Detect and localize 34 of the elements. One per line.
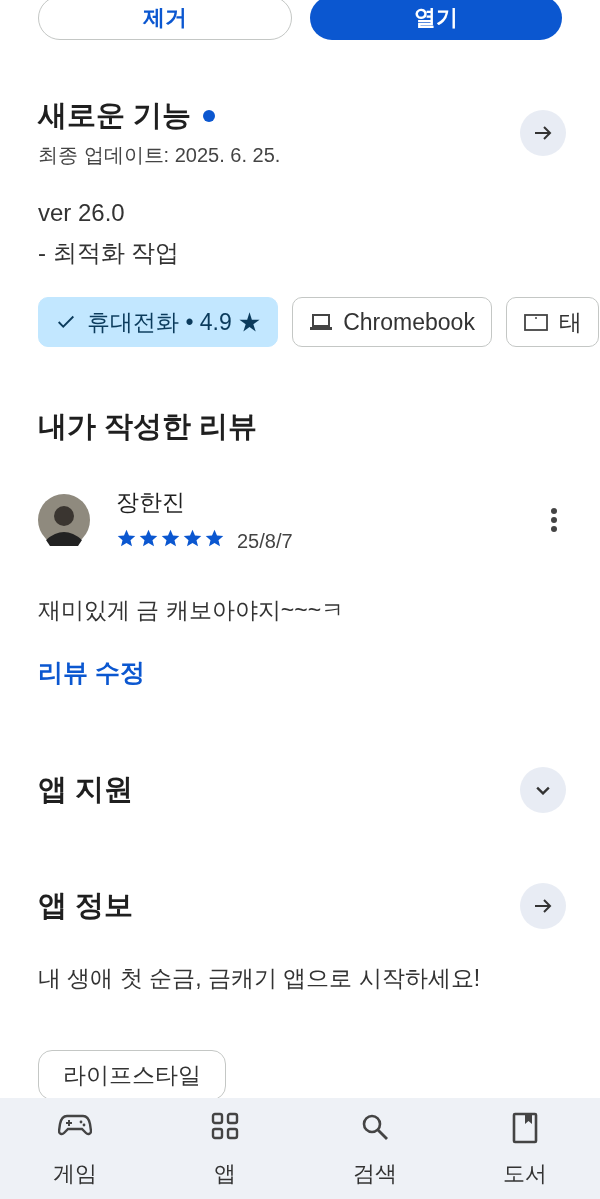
- action-button[interactable]: 열기: [310, 0, 562, 40]
- chevron-down-icon: [536, 785, 550, 795]
- device-chip[interactable]: 태: [505, 297, 599, 347]
- nav-item[interactable]: 도서: [475, 1098, 575, 1199]
- arrow-button[interactable]: [520, 109, 566, 156]
- device-chip[interactable]: Chromebook: [292, 297, 492, 347]
- nav-item[interactable]: 게임: [25, 1098, 125, 1199]
- category-tag[interactable]: 라이프스타일: [38, 1050, 226, 1100]
- action-button[interactable]: 제거: [38, 0, 292, 40]
- device-chip[interactable]: 휴대전화 • 4.9 ★: [38, 297, 279, 347]
- book-icon: [512, 1112, 538, 1144]
- more-icon[interactable]: [550, 507, 558, 533]
- review-text: 재미있게 금 캐보아야지~~~ㅋ: [38, 596, 346, 625]
- reviewer-name: 장한진: [116, 488, 186, 517]
- update-date: 최종 업데이트: 2025. 6. 25.: [38, 143, 281, 168]
- section-title: 내가 작성한 리뷰: [38, 409, 259, 444]
- section-title: 앱 정보: [38, 888, 134, 923]
- app-description: 내 생애 첫 순금, 금캐기 앱으로 시작하세요!: [38, 964, 482, 993]
- laptop-icon: [309, 311, 334, 333]
- edit-review-link[interactable]: 리뷰 수정: [38, 656, 145, 689]
- release-note: ver 26.0: [38, 199, 126, 227]
- tablet-icon: [522, 311, 549, 333]
- expand-button[interactable]: [520, 767, 566, 813]
- section-title: 새로운 기능: [38, 98, 192, 133]
- gamepad-icon: [58, 1112, 92, 1138]
- nav-item[interactable]: 앱: [175, 1098, 275, 1199]
- arrow-button[interactable]: [520, 883, 566, 929]
- apps-grid-icon: [211, 1112, 239, 1140]
- release-note: - 최적화 작업: [38, 238, 181, 268]
- avatar: [38, 494, 90, 546]
- section-title: 앱 지원: [38, 772, 134, 807]
- search-icon: [360, 1112, 390, 1142]
- nav-item[interactable]: 검색: [325, 1098, 425, 1199]
- review-date: 25/8/7: [237, 530, 293, 553]
